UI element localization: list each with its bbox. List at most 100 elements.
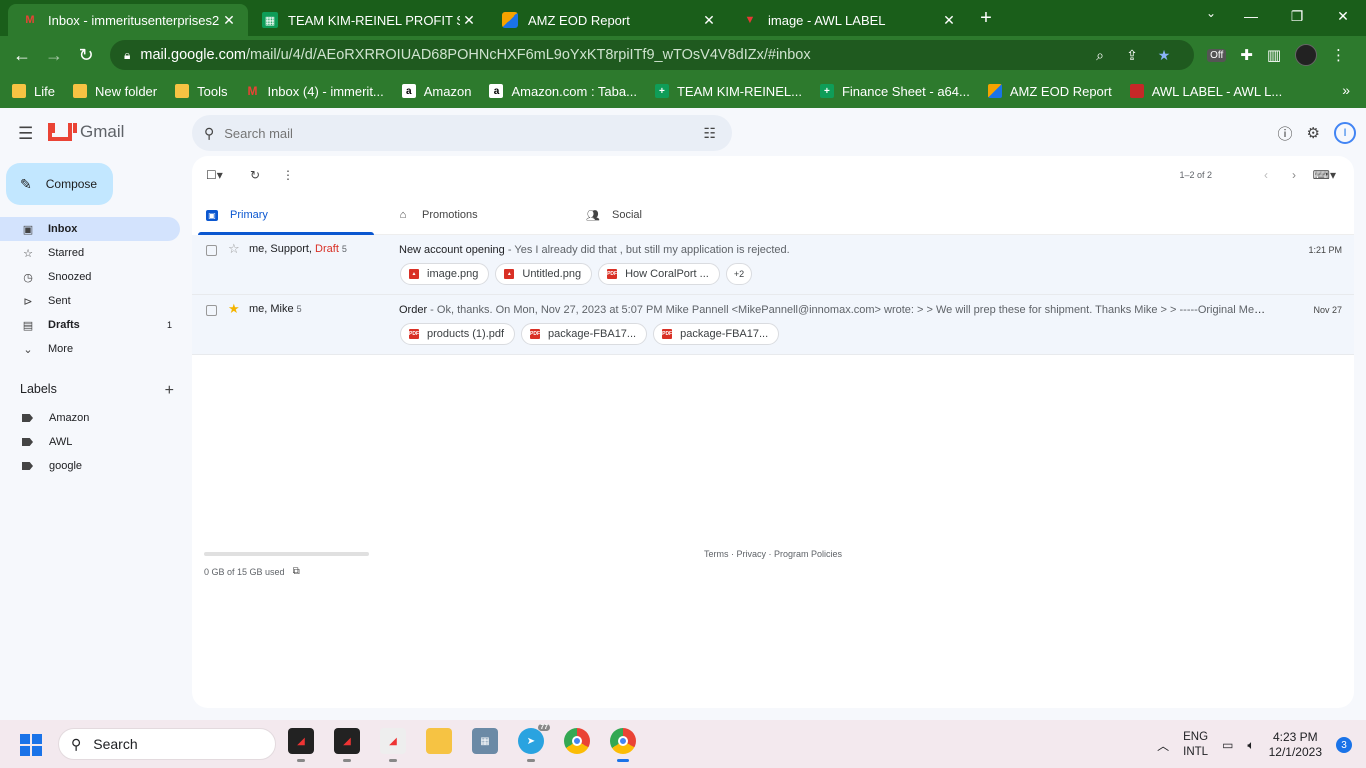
close-tab-icon[interactable]: ✕ [940,12,958,29]
more-attachments-chip[interactable]: +2 [725,263,753,285]
forward-button[interactable]: → [38,45,70,66]
search-icon[interactable]: ⚲ [204,125,214,142]
tab-search-icon[interactable]: ⌄ [1206,6,1216,20]
newer-page-icon[interactable]: ‹ [1264,168,1268,182]
zoom-icon[interactable]: ⌕ [1084,47,1116,64]
menu-dots-icon[interactable]: ⋮ [1331,46,1346,64]
awl-icon: ▼ [744,14,756,26]
tray-chevron-up-icon[interactable]: ︿ [1157,737,1169,754]
browser-tab[interactable]: ▦ TEAM KIM-REINEL PROFIT SHEE ✕ [248,4,488,36]
star-icon[interactable]: ☆ [228,241,240,257]
attachment-chip[interactable]: PDF package-FBA17... [521,323,648,345]
create-label-button[interactable]: + [165,382,174,400]
tab-social[interactable]: 👥︎ Social [578,196,768,234]
volume-icon[interactable]: 🔈︎ [1247,738,1254,753]
label-item[interactable]: Amazon [0,406,180,430]
profile-avatar[interactable] [1295,44,1317,66]
bookmark-item[interactable]: + Finance Sheet - a64... [819,84,970,99]
bookmark-item[interactable]: a Amazon [401,84,471,99]
bookmark-item[interactable]: Life [12,84,55,99]
app-awl-2-icon[interactable]: ◢ [334,728,360,762]
compose-button[interactable]: ✎ Compose [6,163,113,205]
chrome-profile-icon[interactable] [610,728,636,762]
extension-off-icon[interactable]: Off [1207,48,1227,62]
back-button[interactable]: ← [6,45,38,66]
close-window-button[interactable]: ✕ [1320,0,1366,32]
older-page-icon[interactable]: › [1292,168,1296,182]
attachment-chip[interactable]: ▲ image.png [400,263,490,285]
attachment-chip[interactable]: PDF products (1).pdf [400,323,516,345]
reload-button[interactable]: ↻ [70,45,102,66]
sidebar-item-inbox[interactable]: ▣ Inbox [0,217,180,241]
bookmark-item[interactable]: Tools [175,84,227,99]
new-tab-button[interactable]: + [968,7,1004,30]
bookmark-item[interactable]: New folder [72,84,157,99]
tab-primary[interactable]: ▣ Primary [198,196,388,235]
close-tab-icon[interactable]: ✕ [700,12,718,29]
bookmark-item[interactable]: + TEAM KIM-REINEL... [654,84,802,99]
chrome-icon[interactable] [564,728,590,754]
settings-gear-icon[interactable]: ⚙ [1307,124,1320,142]
email-row[interactable]: ☆ me, Support, Draft 5 New account openin… [192,235,1354,295]
email-checkbox[interactable] [206,305,217,316]
app-awl-1-icon[interactable]: ◢ [288,728,314,762]
windows-start-icon[interactable] [20,734,42,756]
bookmark-item[interactable]: AWL LABEL - AWL L... [1129,84,1282,99]
bookmark-item[interactable]: a Amazon.com : Taba... [489,84,637,99]
refresh-icon[interactable]: ↻ [250,168,260,182]
sidebar-item-sent[interactable]: ⊳ Sent [0,289,180,313]
attachment-chip[interactable]: PDF package-FBA17... [653,323,780,345]
taskbar-search[interactable]: ⚲ Search [58,728,276,760]
search-input[interactable] [224,125,704,141]
open-storage-icon[interactable]: ⧉ [293,566,300,577]
email-row[interactable]: ★ me, Mike 5 Order - Ok, thanks. On Mon, … [192,295,1354,355]
notification-badge[interactable]: 3 [1336,737,1352,753]
attachment-chip[interactable]: PDF How CoralPort ... [598,263,720,285]
telegram-icon[interactable]: ➤ 77 [518,724,550,762]
browser-tab[interactable]: M Inbox - immeritusenterprises2@ ✕ [8,4,248,36]
input-tools-icon[interactable]: ⌨▾ [1313,168,1336,182]
attachment-chip[interactable]: ▲ Untitled.png [495,263,593,285]
tab-promotions[interactable]: ⌂ Promotions [388,196,578,234]
browser-tab[interactable]: AMZ EOD Report ✕ [488,4,728,36]
help-icon[interactable]: ⓘ [1278,123,1293,144]
restore-button[interactable]: ❐ [1274,0,1320,32]
bookmark-item[interactable]: AMZ EOD Report [987,84,1112,99]
footer-links[interactable]: Terms · Privacy · Program Policies [704,549,842,559]
app-awl-3-icon[interactable]: ◢ [380,728,406,762]
label-item[interactable]: AWL [0,430,180,454]
close-tab-icon[interactable]: ✕ [220,12,238,29]
gmail-header: ☰ Gmail ⚲ ☷ ⓘ ⚙ I [0,108,1366,158]
address-bar[interactable]: 🔒︎ mail.google.com/mail/u/4/d/AEoRXRROIU… [110,40,1194,70]
label-item[interactable]: google [0,454,180,478]
main-menu-icon[interactable]: ☰ [18,124,33,144]
bookmark-star-icon[interactable]: ★ [1148,47,1180,64]
close-tab-icon[interactable]: ✕ [460,12,478,29]
sidebar-item-drafts[interactable]: ▤ Drafts 1 [0,313,180,337]
sidebar-item-snoozed[interactable]: ◷ Snoozed [0,265,180,289]
extensions-puzzle-icon[interactable]: ✚ [1240,46,1253,64]
share-icon[interactable]: ⇪ [1116,47,1148,64]
sheets-icon: + [819,84,834,98]
pdf-file-icon: PDF [607,269,618,279]
calculator-icon[interactable]: ▦ [472,728,498,754]
sidebar-item-starred[interactable]: ☆ Starred [0,241,180,265]
file-explorer-icon[interactable] [426,728,452,754]
more-options-icon[interactable]: ⋮ [282,168,294,182]
minimize-button[interactable]: — [1228,0,1274,32]
sidebar-item-more[interactable]: ⌄ More [0,337,180,361]
language-indicator[interactable]: ENG INTL [1183,730,1208,760]
gmail-logo[interactable]: Gmail [48,122,124,142]
account-avatar[interactable]: I [1334,122,1356,144]
email-checkbox[interactable] [206,245,217,256]
star-icon[interactable]: ★ [228,301,240,317]
bookmark-item[interactable]: M Inbox (4) - immerit... [245,84,383,99]
select-all-checkbox[interactable]: ☐▾ [206,168,223,182]
clock[interactable]: 4:23 PM 12/1/2023 [1269,730,1322,760]
bookmarks-overflow-icon[interactable]: » [1342,82,1350,98]
network-icon[interactable]: ▭ [1222,738,1233,752]
side-panel-icon[interactable]: ▥ [1267,46,1281,64]
browser-tab[interactable]: ▼ image - AWL LABEL ✕ [728,4,968,36]
search-options-icon[interactable]: ☷ [703,125,716,142]
sheets-icon: + [654,84,669,98]
